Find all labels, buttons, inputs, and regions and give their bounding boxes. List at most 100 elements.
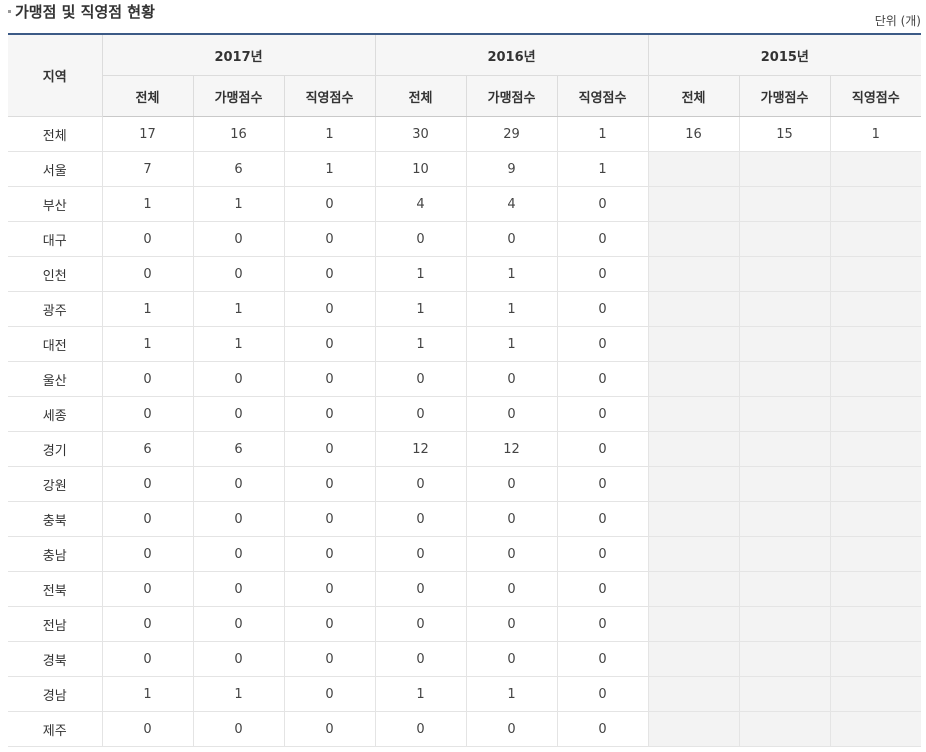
cell-2015-franchise [738, 676, 831, 712]
cell-2017-franchise: 6 [192, 151, 284, 187]
region-cell: 충북 [8, 501, 102, 537]
cell-2016-total: 0 [374, 571, 467, 607]
cell-2017-total: 1 [101, 186, 193, 222]
cell-2015-total [647, 676, 740, 712]
cell-2016-franchise: 0 [465, 536, 558, 572]
cell-2016-franchise: 12 [465, 431, 558, 467]
cell-2017-total: 0 [101, 501, 193, 537]
cell-2015-direct [829, 641, 922, 677]
cell-2017-total: 0 [101, 606, 193, 642]
cell-2015-franchise [738, 186, 831, 222]
cell-2016-franchise: 0 [465, 466, 558, 502]
cell-2016-direct: 1 [556, 151, 649, 187]
cell-2016-franchise: 0 [465, 711, 558, 747]
region-cell: 인천 [8, 256, 102, 292]
cell-2016-direct: 0 [556, 431, 649, 467]
cell-2015-franchise [738, 466, 831, 502]
cell-2015-franchise [738, 221, 831, 257]
cell-2017-direct: 0 [283, 536, 376, 572]
cell-2016-franchise: 0 [465, 571, 558, 607]
region-column-header: 지역 [8, 34, 102, 117]
cell-2017-franchise: 0 [192, 606, 284, 642]
cell-2017-total: 0 [101, 221, 193, 257]
cell-2015-total [647, 396, 740, 432]
cell-2015-franchise: 15 [738, 116, 831, 152]
sub-header-direct: 직영점수 [283, 75, 376, 117]
cell-2016-franchise: 0 [465, 396, 558, 432]
cell-2015-total [647, 606, 740, 642]
cell-2016-total: 12 [374, 431, 467, 467]
cell-2016-direct: 0 [556, 606, 649, 642]
cell-2015-total [647, 466, 740, 502]
cell-2016-total: 0 [374, 711, 467, 747]
cell-2015-franchise [738, 256, 831, 292]
cell-2016-franchise: 1 [465, 326, 558, 362]
cell-2017-direct: 1 [283, 116, 376, 152]
region-cell: 경북 [8, 641, 102, 677]
cell-2017-franchise: 1 [192, 676, 284, 712]
cell-2016-total: 0 [374, 501, 467, 537]
cell-2016-direct: 0 [556, 676, 649, 712]
cell-2015-direct [829, 151, 922, 187]
table-row: 대전 1 1 0 1 1 0 [8, 326, 922, 362]
section-header: 가맹점 및 직영점 현황 단위 (개) [8, 0, 921, 34]
table-row: 울산 0 0 0 0 0 0 [8, 361, 922, 397]
cell-2015-franchise [738, 641, 831, 677]
cell-2017-direct: 0 [283, 606, 376, 642]
cell-2015-total [647, 361, 740, 397]
region-cell: 울산 [8, 361, 102, 397]
table-row: 세종 0 0 0 0 0 0 [8, 396, 922, 432]
table-row: 경북 0 0 0 0 0 0 [8, 641, 922, 677]
cell-2017-direct: 0 [283, 711, 376, 747]
cell-2016-total: 1 [374, 291, 467, 327]
cell-2015-direct [829, 501, 922, 537]
region-cell: 광주 [8, 291, 102, 327]
cell-2017-total: 0 [101, 571, 193, 607]
cell-2015-direct [829, 606, 922, 642]
cell-2016-franchise: 1 [465, 291, 558, 327]
cell-2017-franchise: 0 [192, 221, 284, 257]
cell-2015-franchise [738, 606, 831, 642]
cell-2016-direct: 0 [556, 186, 649, 222]
cell-2015-direct [829, 431, 922, 467]
cell-2017-total: 1 [101, 676, 193, 712]
cell-2017-franchise: 0 [192, 256, 284, 292]
year-header-2017: 2017년 [101, 34, 376, 76]
cell-2015-total [647, 431, 740, 467]
bullet-icon [8, 10, 11, 13]
cell-2016-total: 0 [374, 606, 467, 642]
cell-2015-direct [829, 536, 922, 572]
table-row: 대구 0 0 0 0 0 0 [8, 221, 922, 257]
cell-2016-direct: 0 [556, 291, 649, 327]
table-row: 충남 0 0 0 0 0 0 [8, 536, 922, 572]
cell-2015-total [647, 501, 740, 537]
cell-2015-total [647, 256, 740, 292]
store-status-table: 지역 2017년 2016년 2015년 전체 가맹점수 직영점수 전체 가맹점… [8, 33, 922, 747]
cell-2015-direct [829, 396, 922, 432]
cell-2016-franchise: 0 [465, 221, 558, 257]
unit-label: 단위 (개) [874, 14, 921, 28]
cell-2017-total: 0 [101, 396, 193, 432]
region-cell: 충남 [8, 536, 102, 572]
sub-header-franchise: 가맹점수 [192, 75, 284, 117]
cell-2016-total: 4 [374, 186, 467, 222]
region-cell: 전북 [8, 571, 102, 607]
cell-2016-direct: 0 [556, 466, 649, 502]
table-row: 인천 0 0 0 1 1 0 [8, 256, 922, 292]
table-row: 경남 1 1 0 1 1 0 [8, 676, 922, 712]
cell-2016-direct: 0 [556, 396, 649, 432]
table-row: 강원 0 0 0 0 0 0 [8, 466, 922, 502]
cell-2016-franchise: 4 [465, 186, 558, 222]
cell-2016-total: 0 [374, 641, 467, 677]
cell-2017-franchise: 1 [192, 291, 284, 327]
cell-2015-direct [829, 676, 922, 712]
cell-2017-direct: 0 [283, 221, 376, 257]
cell-2017-total: 17 [101, 116, 193, 152]
cell-2017-franchise: 0 [192, 396, 284, 432]
cell-2017-direct: 0 [283, 291, 376, 327]
cell-2017-direct: 0 [283, 256, 376, 292]
cell-2015-total: 16 [647, 116, 740, 152]
cell-2017-total: 0 [101, 466, 193, 502]
cell-2016-total: 0 [374, 396, 467, 432]
cell-2016-franchise: 0 [465, 501, 558, 537]
